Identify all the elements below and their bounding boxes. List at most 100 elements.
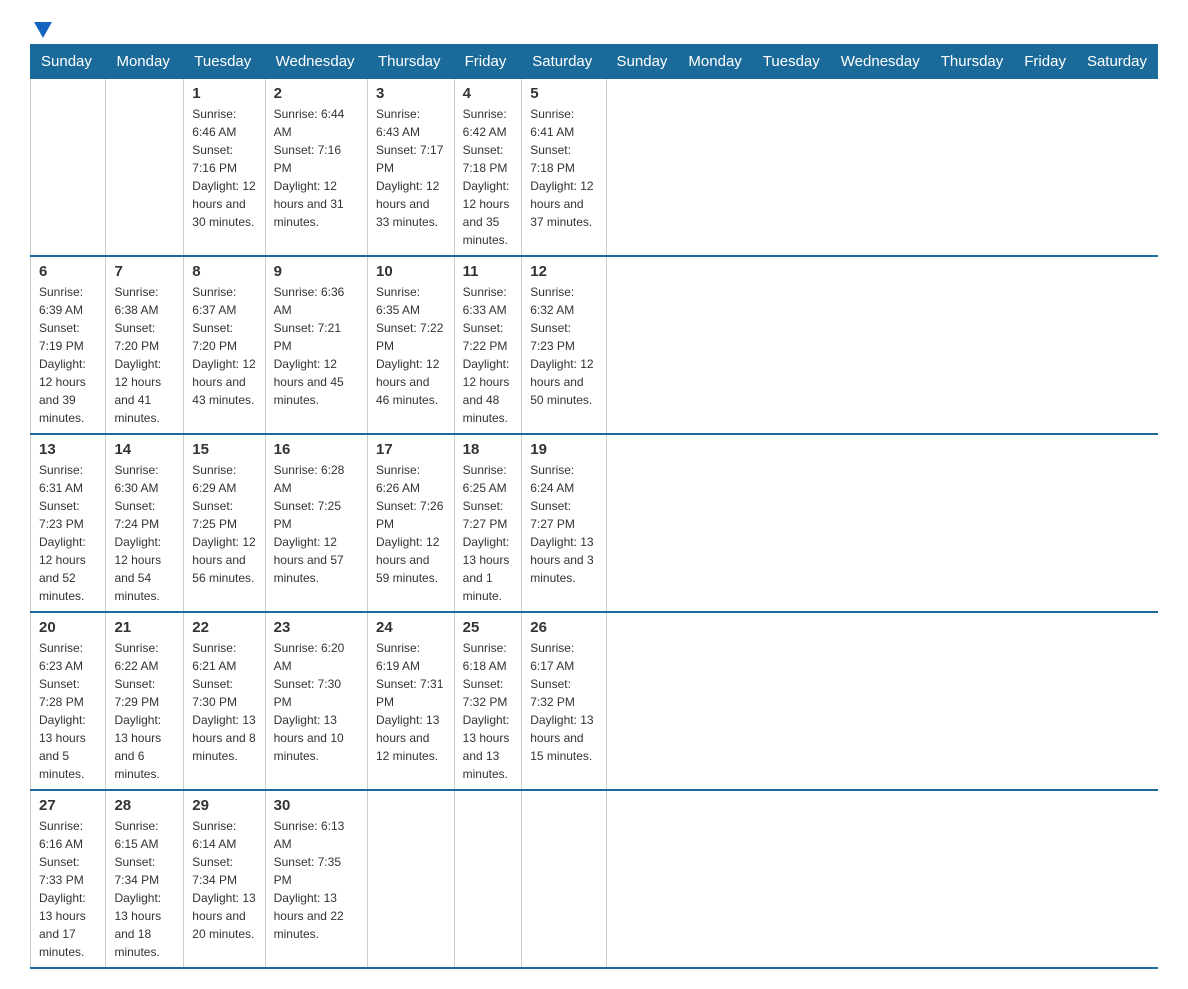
calendar-week-row: 20Sunrise: 6:23 AMSunset: 7:28 PMDayligh… bbox=[31, 612, 1158, 790]
calendar-cell: 24 Sunrise: 6:19 AMSunset: 7:31 PMDayligh… bbox=[368, 612, 455, 790]
calendar-cell: 3 Sunrise: 6:43 AMSunset: 7:17 PMDaylight… bbox=[368, 79, 455, 257]
day-number: 28 bbox=[114, 797, 175, 814]
calendar-week-row: 27Sunrise: 6:16 AMSunset: 7:33 PMDayligh… bbox=[31, 790, 1158, 968]
col-header-monday: Monday bbox=[678, 45, 752, 79]
calendar-cell: 29Sunrise: 6:14 AMSunset: 7:34 PMDayligh… bbox=[184, 790, 265, 968]
day-info: Sunrise: 6:26 AMSunset: 7:26 PMDaylight:… bbox=[376, 461, 446, 587]
day-info: Sunrise: 6:32 AMSunset: 7:23 PMDaylight:… bbox=[530, 283, 597, 409]
calendar-cell bbox=[368, 790, 455, 968]
day-info: Sunrise: 6:13 AMSunset: 7:35 PMDaylight:… bbox=[274, 817, 359, 943]
day-info: Sunrise: 6:25 AMSunset: 7:27 PMDaylight:… bbox=[463, 461, 514, 605]
day-number: 15 bbox=[192, 441, 256, 458]
calendar-header-row: SundayMondayTuesdayWednesdayThursdayFrid… bbox=[31, 45, 1158, 79]
day-info: Sunrise: 6:35 AMSunset: 7:22 PMDaylight:… bbox=[376, 283, 446, 409]
day-number: 19 bbox=[530, 441, 597, 458]
col-header-tuesday: Tuesday bbox=[752, 45, 830, 79]
calendar-cell: 19 Sunrise: 6:24 AMSunset: 7:27 PMDayligh… bbox=[522, 434, 606, 612]
day-info: Sunrise: 6:43 AMSunset: 7:17 PMDaylight:… bbox=[376, 105, 446, 231]
day-number: 14 bbox=[114, 441, 175, 458]
day-info: Sunrise: 6:42 AMSunset: 7:18 PMDaylight:… bbox=[463, 105, 514, 249]
col-header-saturday: Saturday bbox=[522, 45, 606, 79]
calendar-cell: 11Sunrise: 6:33 AMSunset: 7:22 PMDayligh… bbox=[454, 256, 522, 434]
col-header-friday: Friday bbox=[1014, 45, 1077, 79]
calendar-cell: 30 Sunrise: 6:13 AMSunset: 7:35 PMDayligh… bbox=[265, 790, 367, 968]
calendar-cell: 13 Sunrise: 6:31 AMSunset: 7:23 PMDayligh… bbox=[31, 434, 106, 612]
day-info: Sunrise: 6:19 AMSunset: 7:31 PMDaylight:… bbox=[376, 639, 446, 765]
day-info: Sunrise: 6:14 AMSunset: 7:34 PMDaylight:… bbox=[192, 817, 256, 943]
day-number: 4 bbox=[463, 85, 514, 102]
day-info: Sunrise: 6:39 AMSunset: 7:19 PMDaylight:… bbox=[39, 283, 97, 427]
day-number: 21 bbox=[114, 619, 175, 636]
logo bbox=[30, 20, 52, 34]
day-number: 13 bbox=[39, 441, 97, 458]
calendar-cell: 2Sunrise: 6:44 AMSunset: 7:16 PMDaylight… bbox=[265, 79, 367, 257]
calendar-cell: 8Sunrise: 6:37 AMSunset: 7:20 PMDaylight… bbox=[184, 256, 265, 434]
calendar-cell: 9 Sunrise: 6:36 AMSunset: 7:21 PMDaylight… bbox=[265, 256, 367, 434]
calendar-cell bbox=[522, 790, 606, 968]
calendar-cell: 6 Sunrise: 6:39 AMSunset: 7:19 PMDaylight… bbox=[31, 256, 106, 434]
page-header bbox=[30, 20, 1158, 34]
calendar-cell: 17 Sunrise: 6:26 AMSunset: 7:26 PMDayligh… bbox=[368, 434, 455, 612]
col-header-thursday: Thursday bbox=[368, 45, 455, 79]
col-header-tuesday: Tuesday bbox=[184, 45, 265, 79]
day-info: Sunrise: 6:46 AMSunset: 7:16 PMDaylight:… bbox=[192, 105, 256, 231]
day-info: Sunrise: 6:28 AMSunset: 7:25 PMDaylight:… bbox=[274, 461, 359, 587]
day-number: 9 bbox=[274, 263, 359, 280]
calendar-cell: 16 Sunrise: 6:28 AMSunset: 7:25 PMDayligh… bbox=[265, 434, 367, 612]
day-info: Sunrise: 6:16 AMSunset: 7:33 PMDaylight:… bbox=[39, 817, 97, 961]
calendar-cell: 4 Sunrise: 6:42 AMSunset: 7:18 PMDaylight… bbox=[454, 79, 522, 257]
calendar-cell: 10 Sunrise: 6:35 AMSunset: 7:22 PMDayligh… bbox=[368, 256, 455, 434]
day-info: Sunrise: 6:21 AMSunset: 7:30 PMDaylight:… bbox=[192, 639, 256, 765]
day-info: Sunrise: 6:24 AMSunset: 7:27 PMDaylight:… bbox=[530, 461, 597, 587]
day-info: Sunrise: 6:38 AMSunset: 7:20 PMDaylight:… bbox=[114, 283, 175, 427]
day-info: Sunrise: 6:41 AMSunset: 7:18 PMDaylight:… bbox=[530, 105, 597, 231]
calendar-cell: 23Sunrise: 6:20 AMSunset: 7:30 PMDayligh… bbox=[265, 612, 367, 790]
day-info: Sunrise: 6:23 AMSunset: 7:28 PMDaylight:… bbox=[39, 639, 97, 783]
calendar-cell: 22Sunrise: 6:21 AMSunset: 7:30 PMDayligh… bbox=[184, 612, 265, 790]
calendar-week-row: 6 Sunrise: 6:39 AMSunset: 7:19 PMDaylight… bbox=[31, 256, 1158, 434]
day-number: 5 bbox=[530, 85, 597, 102]
calendar-cell: 18Sunrise: 6:25 AMSunset: 7:27 PMDayligh… bbox=[454, 434, 522, 612]
day-number: 26 bbox=[530, 619, 597, 636]
col-header-thursday: Thursday bbox=[930, 45, 1014, 79]
day-number: 24 bbox=[376, 619, 446, 636]
calendar-cell: 21 Sunrise: 6:22 AMSunset: 7:29 PMDayligh… bbox=[106, 612, 184, 790]
calendar-cell: 5 Sunrise: 6:41 AMSunset: 7:18 PMDaylight… bbox=[522, 79, 606, 257]
day-number: 11 bbox=[463, 263, 514, 280]
day-number: 7 bbox=[114, 263, 175, 280]
col-header-saturday: Saturday bbox=[1076, 45, 1157, 79]
day-info: Sunrise: 6:18 AMSunset: 7:32 PMDaylight:… bbox=[463, 639, 514, 783]
calendar-cell: 25 Sunrise: 6:18 AMSunset: 7:32 PMDayligh… bbox=[454, 612, 522, 790]
day-info: Sunrise: 6:37 AMSunset: 7:20 PMDaylight:… bbox=[192, 283, 256, 409]
col-header-wednesday: Wednesday bbox=[830, 45, 930, 79]
calendar-cell: 27Sunrise: 6:16 AMSunset: 7:33 PMDayligh… bbox=[31, 790, 106, 968]
day-number: 16 bbox=[274, 441, 359, 458]
col-header-wednesday: Wednesday bbox=[265, 45, 367, 79]
day-info: Sunrise: 6:30 AMSunset: 7:24 PMDaylight:… bbox=[114, 461, 175, 605]
calendar-week-row: 13 Sunrise: 6:31 AMSunset: 7:23 PMDayligh… bbox=[31, 434, 1158, 612]
calendar-cell: 15 Sunrise: 6:29 AMSunset: 7:25 PMDayligh… bbox=[184, 434, 265, 612]
calendar-week-row: 1 Sunrise: 6:46 AMSunset: 7:16 PMDaylight… bbox=[31, 79, 1158, 257]
calendar-cell bbox=[31, 79, 106, 257]
day-number: 6 bbox=[39, 263, 97, 280]
col-header-sunday: Sunday bbox=[31, 45, 106, 79]
day-info: Sunrise: 6:29 AMSunset: 7:25 PMDaylight:… bbox=[192, 461, 256, 587]
calendar-cell bbox=[454, 790, 522, 968]
day-info: Sunrise: 6:31 AMSunset: 7:23 PMDaylight:… bbox=[39, 461, 97, 605]
day-number: 3 bbox=[376, 85, 446, 102]
calendar-cell: 1 Sunrise: 6:46 AMSunset: 7:16 PMDaylight… bbox=[184, 79, 265, 257]
day-info: Sunrise: 6:22 AMSunset: 7:29 PMDaylight:… bbox=[114, 639, 175, 783]
day-info: Sunrise: 6:36 AMSunset: 7:21 PMDaylight:… bbox=[274, 283, 359, 409]
col-header-monday: Monday bbox=[106, 45, 184, 79]
day-number: 10 bbox=[376, 263, 446, 280]
calendar-cell: 7 Sunrise: 6:38 AMSunset: 7:20 PMDaylight… bbox=[106, 256, 184, 434]
day-number: 17 bbox=[376, 441, 446, 458]
calendar-cell: 26 Sunrise: 6:17 AMSunset: 7:32 PMDayligh… bbox=[522, 612, 606, 790]
day-number: 30 bbox=[274, 797, 359, 814]
day-info: Sunrise: 6:17 AMSunset: 7:32 PMDaylight:… bbox=[530, 639, 597, 765]
day-number: 12 bbox=[530, 263, 597, 280]
calendar-cell: 14 Sunrise: 6:30 AMSunset: 7:24 PMDayligh… bbox=[106, 434, 184, 612]
day-number: 1 bbox=[192, 85, 256, 102]
day-number: 25 bbox=[463, 619, 514, 636]
calendar-table: SundayMondayTuesdayWednesdayThursdayFrid… bbox=[30, 44, 1158, 969]
